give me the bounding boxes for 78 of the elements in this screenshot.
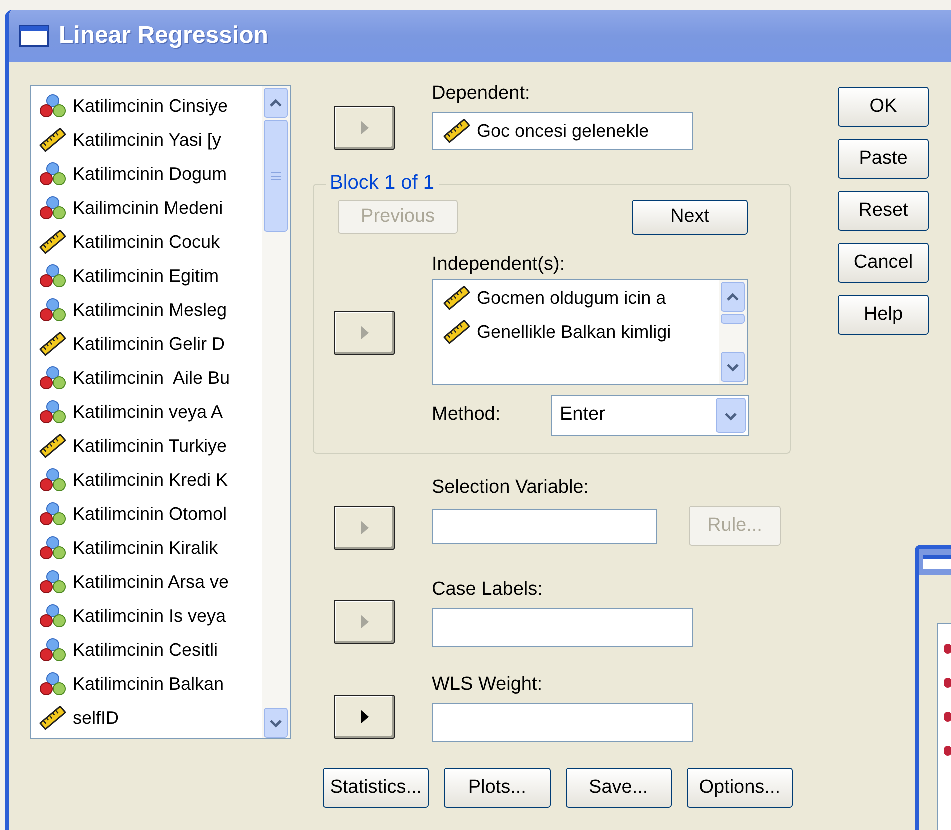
button[interactable]: OK xyxy=(838,87,929,127)
variable-name: Katilimcinin Kiralik xyxy=(73,537,218,559)
variable-name: Katilimcinin Turkiye xyxy=(73,435,228,457)
scroll-up-button[interactable] xyxy=(721,282,745,312)
button[interactable]: Reset xyxy=(838,191,929,231)
button[interactable]: Save... xyxy=(566,768,672,808)
variable-name: Katilimcinin Is veya xyxy=(73,605,226,627)
scroll-thumb[interactable] xyxy=(264,120,288,232)
nominal-variable-icon xyxy=(39,468,67,492)
nominal-variable-icon xyxy=(39,570,67,594)
button[interactable]: Paste xyxy=(838,139,929,179)
field-label: Dependent: xyxy=(432,82,532,106)
variable-name: Katilimcinin veya A xyxy=(73,401,224,423)
chevron-up-icon xyxy=(269,97,283,109)
field-label: WLS Weight: xyxy=(432,673,544,697)
scroll-thumb[interactable] xyxy=(721,314,745,324)
variable-name: Katilimcinin Gelir D xyxy=(73,333,226,355)
nominal-variable-icon xyxy=(39,502,67,526)
variable-name: Katilimcinin Arsa ve xyxy=(73,571,230,593)
variable-name: Goc oncesi gelenekle xyxy=(477,120,650,142)
chevron-down-icon xyxy=(726,361,740,373)
variable-name: Katilimcinin Dogum xyxy=(73,163,228,185)
nominal-variable-icon xyxy=(39,400,67,424)
variable-name: Katilimcinin Cinsiye xyxy=(73,95,228,117)
triangle-right-icon xyxy=(360,325,370,341)
dropdown-button[interactable] xyxy=(716,398,746,433)
move-arrow-button[interactable] xyxy=(334,695,395,739)
nominal-variable-icon xyxy=(39,298,67,322)
button[interactable]: Options... xyxy=(686,768,793,808)
input-field[interactable] xyxy=(432,703,693,742)
nominal-variable-icon xyxy=(39,94,67,118)
variable-name: Genellikle Balkan kimligi xyxy=(477,321,672,343)
window-icon xyxy=(19,24,49,48)
field-label: Selection Variable: xyxy=(432,476,590,500)
nominal-variable-icon xyxy=(39,162,67,186)
field-label: Case Labels: xyxy=(432,578,544,602)
button[interactable]: Statistics... xyxy=(323,768,430,808)
field-label: Independent(s): xyxy=(432,253,566,277)
variable-name: Kailimcinin Medeni xyxy=(73,197,224,219)
grip-icon xyxy=(271,172,281,180)
scroll-down-button[interactable] xyxy=(264,708,288,738)
input-field[interactable] xyxy=(432,508,657,544)
nominal-variable-icon xyxy=(39,638,67,662)
button[interactable]: Next xyxy=(632,200,748,235)
triangle-right-icon xyxy=(360,614,370,630)
nominal-variable-icon xyxy=(39,366,67,390)
dropdown-value: Enter xyxy=(559,403,606,428)
button[interactable]: Help xyxy=(838,295,929,335)
variable-name: Katilimcinin Cocuk xyxy=(73,231,220,253)
nominal-variable-icon xyxy=(39,264,67,288)
nominal-variable-icon xyxy=(39,196,67,220)
window-title: Linear Regression xyxy=(59,21,268,51)
variable-name: Katilimcinin Balkan xyxy=(73,673,224,695)
variable-name: Katilimcinin Mesleg xyxy=(73,299,228,321)
chevron-up-icon xyxy=(726,291,740,303)
field-label: Method: xyxy=(432,403,502,428)
input-field[interactable] xyxy=(432,608,693,647)
variable-name: Katilimcinin Yasi [y xyxy=(73,129,222,151)
variable-name: Katilimcinin Egitim xyxy=(73,265,220,287)
triangle-right-icon xyxy=(360,709,370,725)
nominal-variable-icon xyxy=(39,536,67,560)
nominal-variable-icon xyxy=(39,604,67,628)
variable-name: selfID xyxy=(73,707,120,729)
scroll-up-button[interactable] xyxy=(264,88,288,118)
variable-name: Katilimcinin Aile Bu xyxy=(73,367,230,389)
chevron-down-icon xyxy=(269,717,283,729)
variable-name: Gocmen oldugum icin a xyxy=(477,287,666,309)
method-dropdown[interactable]: Enter xyxy=(551,395,749,436)
variable-name: Katilimcinin Otomol xyxy=(73,503,228,525)
triangle-right-icon xyxy=(360,120,370,136)
nominal-variable-icon xyxy=(39,672,67,696)
variable-name: Katilimcinin Cesitli xyxy=(73,639,218,661)
button[interactable]: Cancel xyxy=(838,243,929,283)
dependent-field[interactable]: Goc oncesi gelenekle xyxy=(432,112,693,150)
triangle-right-icon xyxy=(360,520,370,536)
variable-name: Katilimcinin Kredi K xyxy=(73,469,228,491)
scroll-down-button[interactable] xyxy=(721,352,745,382)
button[interactable]: Plots... xyxy=(444,768,550,808)
